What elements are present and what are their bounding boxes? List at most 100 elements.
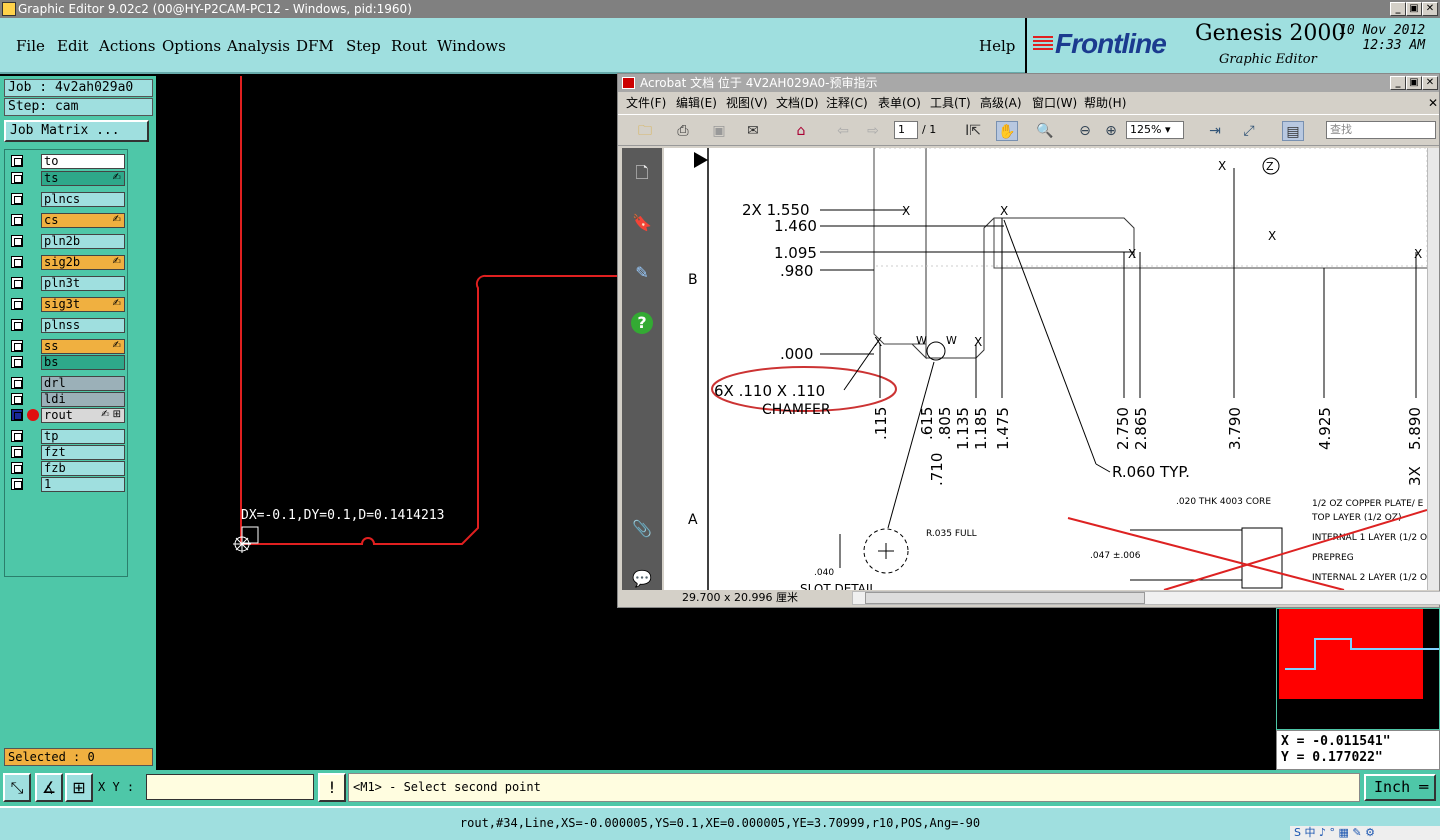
save-icon[interactable]: ▣ — [708, 121, 730, 141]
layer-checkbox[interactable] — [11, 214, 23, 226]
open-folder-icon[interactable]: 🗀 — [634, 121, 656, 141]
menu-options[interactable]: Options — [162, 37, 221, 55]
layer-row-plnss[interactable]: plnss — [9, 318, 127, 333]
pdf-document-view[interactable]: 2X 1.550 1.460 1.095 .980 .000 B A X X X… — [664, 148, 1427, 590]
grid-snap-icon[interactable]: ⊞ — [65, 773, 93, 802]
layer-name[interactable]: ts ✍ — [41, 171, 125, 186]
acrobat-menu-view[interactable]: 视图(V) — [726, 93, 768, 113]
menu-actions[interactable]: Actions — [99, 37, 155, 55]
layer-checkbox[interactable] — [11, 172, 23, 184]
acrobat-menu-tools[interactable]: 工具(T) — [930, 93, 971, 113]
zoom-select[interactable]: 125% ▾ — [1126, 121, 1184, 139]
single-page-icon[interactable]: ▤ — [1282, 121, 1304, 141]
menu-analysis[interactable]: Analysis — [227, 37, 290, 55]
layer-checkbox[interactable] — [11, 298, 23, 310]
zoom-tool-icon[interactable]: 🔍 — [1034, 121, 1056, 141]
maximize-button[interactable]: ▣ — [1406, 2, 1422, 16]
acrobat-minimize-button[interactable]: _ — [1390, 76, 1406, 90]
layer-checkbox[interactable] — [11, 256, 23, 268]
layer-name[interactable]: fzt — [41, 445, 125, 460]
layer-name[interactable]: sig3t ✍ — [41, 297, 125, 312]
acrobat-menu-forms[interactable]: 表单(O) — [878, 93, 921, 113]
layer-checkbox[interactable] — [11, 409, 23, 421]
acrobat-maximize-button[interactable]: ▣ — [1406, 76, 1422, 90]
angle-snap-icon[interactable]: ∡ — [35, 773, 63, 802]
layer-name[interactable]: ss ✍ — [41, 339, 125, 354]
layer-checkbox[interactable] — [11, 478, 23, 490]
layer-row-tp[interactable]: tp — [9, 429, 127, 444]
layer-checkbox[interactable] — [11, 155, 23, 167]
layer-name[interactable]: bs — [41, 355, 125, 370]
layer-name[interactable]: plncs — [41, 192, 125, 207]
acrobat-menu-advanced[interactable]: 高级(A) — [980, 93, 1022, 113]
layer-row-bs[interactable]: bs — [9, 355, 127, 370]
pdf-vertical-scrollbar[interactable] — [1427, 148, 1439, 590]
layer-row-pln3t[interactable]: pln3t — [9, 276, 127, 291]
layer-name[interactable]: plnss — [41, 318, 125, 333]
menu-dfm[interactable]: DFM — [296, 37, 334, 55]
job-matrix-button[interactable]: Job Matrix ... — [4, 120, 149, 142]
bookmarks-icon[interactable]: 🔖 — [631, 212, 653, 234]
alert-icon[interactable]: ! — [318, 773, 346, 802]
attachments-icon[interactable]: 📎 — [631, 518, 653, 540]
minimize-button[interactable]: _ — [1390, 2, 1406, 16]
layer-checkbox[interactable] — [11, 340, 23, 352]
unit-select[interactable]: Inch ═ — [1364, 774, 1436, 801]
layer-checkbox[interactable] — [11, 319, 23, 331]
acrobat-create-icon[interactable]: ⌂ — [790, 121, 812, 141]
layer-name[interactable]: cs ✍ — [41, 213, 125, 228]
layer-name[interactable]: to — [41, 154, 125, 169]
layer-name[interactable]: sig2b ✍ — [41, 255, 125, 270]
layer-row-plncs[interactable]: plncs — [9, 192, 127, 207]
acrobat-close-button[interactable]: ✕ — [1422, 76, 1438, 90]
layer-name[interactable]: pln3t — [41, 276, 125, 291]
pages-icon[interactable]: 🗋 — [631, 162, 653, 184]
print-icon[interactable]: ⎙ — [672, 121, 694, 141]
fit-width-icon[interactable]: ⤢ — [1238, 121, 1260, 141]
acrobat-menu-help[interactable]: 帮助(H) — [1084, 93, 1126, 113]
pdf-horizontal-scrollbar[interactable] — [852, 591, 1440, 605]
page-number-input[interactable]: 1 — [894, 121, 918, 139]
zoom-in-icon[interactable]: ⊕ — [1100, 121, 1122, 141]
layer-row-fzt[interactable]: fzt — [9, 445, 127, 460]
fit-page-icon[interactable]: ⇥ — [1204, 121, 1226, 141]
help-icon[interactable]: ? — [631, 312, 653, 334]
layer-checkbox[interactable] — [11, 446, 23, 458]
menu-help[interactable]: Help — [979, 37, 1015, 55]
hand-tool-icon[interactable]: ✋ — [996, 121, 1018, 141]
layer-name[interactable]: drl — [41, 376, 125, 391]
layer-name[interactable]: pln2b — [41, 234, 125, 249]
layer-name[interactable]: fzb — [41, 461, 125, 476]
acrobat-menu-file[interactable]: 文件(F) — [626, 93, 666, 113]
acrobat-menu-edit[interactable]: 编辑(E) — [676, 93, 717, 113]
layer-name[interactable]: tp — [41, 429, 125, 444]
select-text-icon[interactable]: I⇱ — [962, 121, 984, 141]
layer-row-drl[interactable]: drl — [9, 376, 127, 391]
acrobat-doc-close-icon[interactable]: ✕ — [1428, 93, 1438, 113]
layer-checkbox[interactable] — [11, 462, 23, 474]
layer-checkbox[interactable] — [11, 235, 23, 247]
layer-row-ldi[interactable]: ldi — [9, 392, 127, 407]
acrobat-menu-document[interactable]: 文档(D) — [776, 93, 819, 113]
menu-edit[interactable]: Edit — [57, 37, 88, 55]
layer-checkbox[interactable] — [11, 277, 23, 289]
layer-checkbox[interactable] — [11, 377, 23, 389]
layer-name[interactable]: 1 — [41, 477, 125, 492]
menu-step[interactable]: Step — [346, 37, 381, 55]
layer-row-pln2b[interactable]: pln2b — [9, 234, 127, 249]
layer-name[interactable]: ldi — [41, 392, 125, 407]
close-button[interactable]: ✕ — [1422, 2, 1438, 16]
email-icon[interactable]: ✉ — [742, 121, 764, 141]
zoom-out-icon[interactable]: ⊖ — [1074, 121, 1096, 141]
layer-row-sig3t[interactable]: sig3t ✍ — [9, 297, 127, 312]
ime-tray[interactable]: S 中 ♪ ° ▦ ✎ ⚙ — [1290, 826, 1440, 840]
layer-row-ss[interactable]: ss ✍ — [9, 339, 127, 354]
layer-row-rout[interactable]: rout ✍ ⊞ — [9, 408, 127, 423]
acrobat-menu-comments[interactable]: 注释(C) — [826, 93, 868, 113]
layer-row-to[interactable]: to — [9, 154, 127, 169]
layer-checkbox[interactable] — [11, 430, 23, 442]
layer-checkbox[interactable] — [11, 393, 23, 405]
layer-row-1[interactable]: 1 — [9, 477, 127, 492]
next-page-icon[interactable]: ⇨ — [862, 121, 884, 141]
layer-row-sig2b[interactable]: sig2b ✍ — [9, 255, 127, 270]
